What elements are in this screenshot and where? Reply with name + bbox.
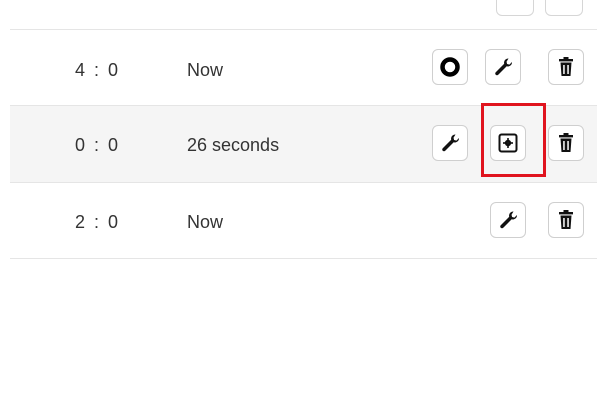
table-row: 2 : 0 Now [10,182,597,258]
gear-square-icon [498,133,518,153]
trash-icon [559,57,573,76]
edit-button[interactable] [490,202,526,238]
trash-icon [559,133,573,152]
delete-button[interactable] [548,49,584,85]
wrench-icon [495,58,513,76]
settings-button[interactable] [490,125,526,161]
table-row: 0 : 0 26 seconds [10,105,597,182]
edit-button[interactable] [432,125,468,161]
previous-row-delete-button[interactable] [545,0,583,16]
table-bottom-border [10,258,597,259]
table-row: 4 : 0 Now [10,29,597,105]
previous-row-fragment [0,0,597,16]
record-ring-icon [440,57,460,77]
match-list: 4 : 0 Now 0 : 0 26 seconds 2: 0 Now [0,0,597,401]
previous-row-edit-button[interactable] [496,0,534,16]
wrench-icon [442,134,460,152]
delete-button[interactable] [548,202,584,238]
score-cell: 4 : 0 [75,60,121,80]
record-button[interactable] [432,49,468,85]
score-cell: 2 : 0 [75,212,121,232]
edit-button[interactable] [485,49,521,85]
time-cell: 26 seconds [187,135,280,155]
score-cell: 0 : 0 [75,135,121,155]
time-cell: Now [187,212,224,232]
trash-icon [559,210,573,229]
wrench-icon [500,211,518,229]
delete-button[interactable] [548,125,584,161]
time-cell: Now [187,60,224,80]
